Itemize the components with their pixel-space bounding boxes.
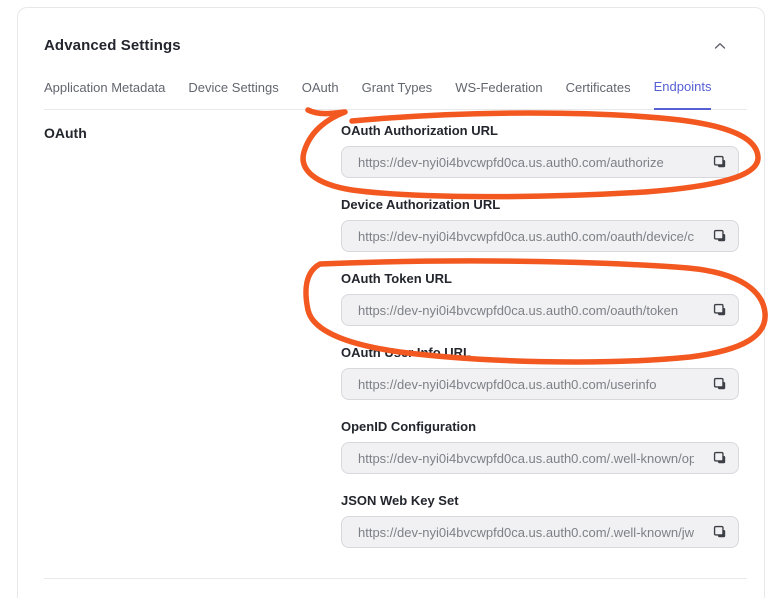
- field-label: OAuth Token URL: [341, 271, 739, 286]
- field-json-web-key-set: JSON Web Key Set: [341, 493, 739, 548]
- copy-icon: [712, 154, 728, 170]
- oauth-token-url-input[interactable]: [341, 294, 739, 326]
- endpoint-fields: OAuth Authorization URL Device Authoriza…: [341, 123, 739, 567]
- chevron-up-icon: [714, 42, 726, 50]
- panel-header: Advanced Settings: [18, 8, 764, 54]
- field-openid-configuration: OpenID Configuration: [341, 419, 739, 474]
- field-oauth-authorization-url: OAuth Authorization URL: [341, 123, 739, 178]
- json-web-key-set-input[interactable]: [341, 516, 739, 548]
- copy-button[interactable]: [706, 371, 734, 397]
- device-authorization-url-input[interactable]: [341, 220, 739, 252]
- copy-icon: [712, 376, 728, 392]
- field-label: OpenID Configuration: [341, 419, 739, 434]
- field-oauth-user-info-url: OAuth User Info URL: [341, 345, 739, 400]
- field-device-authorization-url: Device Authorization URL: [341, 197, 739, 252]
- copy-button[interactable]: [706, 445, 734, 471]
- tab-device-settings[interactable]: Device Settings: [188, 80, 278, 109]
- tab-application-metadata[interactable]: Application Metadata: [44, 80, 165, 109]
- copy-button[interactable]: [706, 519, 734, 545]
- field-label: OAuth User Info URL: [341, 345, 739, 360]
- copy-button[interactable]: [706, 297, 734, 323]
- field-oauth-token-url: OAuth Token URL: [341, 271, 739, 326]
- copy-button[interactable]: [706, 149, 734, 175]
- tab-bar: Application Metadata Device Settings OAu…: [44, 79, 747, 110]
- collapse-button[interactable]: [712, 40, 728, 52]
- tab-certificates[interactable]: Certificates: [566, 80, 631, 109]
- field-label: Device Authorization URL: [341, 197, 739, 212]
- url-input-group: [341, 368, 739, 400]
- page: Advanced Settings Application Metadata D…: [0, 0, 773, 598]
- field-label: JSON Web Key Set: [341, 493, 739, 508]
- section-label-oauth: OAuth: [44, 123, 341, 567]
- url-input-group: [341, 442, 739, 474]
- copy-icon: [712, 450, 728, 466]
- tab-grant-types[interactable]: Grant Types: [362, 80, 433, 109]
- tab-oauth[interactable]: OAuth: [302, 80, 339, 109]
- copy-button[interactable]: [706, 223, 734, 249]
- openid-configuration-input[interactable]: [341, 442, 739, 474]
- url-input-group: [341, 294, 739, 326]
- url-input-group: [341, 146, 739, 178]
- oauth-authorization-url-input[interactable]: [341, 146, 739, 178]
- endpoints-content: OAuth OAuth Authorization URL: [18, 110, 764, 567]
- panel-title: Advanced Settings: [44, 37, 181, 54]
- copy-icon: [712, 302, 728, 318]
- url-input-group: [341, 220, 739, 252]
- advanced-settings-panel: Advanced Settings Application Metadata D…: [17, 7, 765, 598]
- field-label: OAuth Authorization URL: [341, 123, 739, 138]
- tab-endpoints[interactable]: Endpoints: [654, 79, 712, 110]
- bottom-divider: [44, 578, 747, 579]
- url-input-group: [341, 516, 739, 548]
- tab-ws-federation[interactable]: WS-Federation: [455, 80, 542, 109]
- copy-icon: [712, 524, 728, 540]
- copy-icon: [712, 228, 728, 244]
- oauth-user-info-url-input[interactable]: [341, 368, 739, 400]
